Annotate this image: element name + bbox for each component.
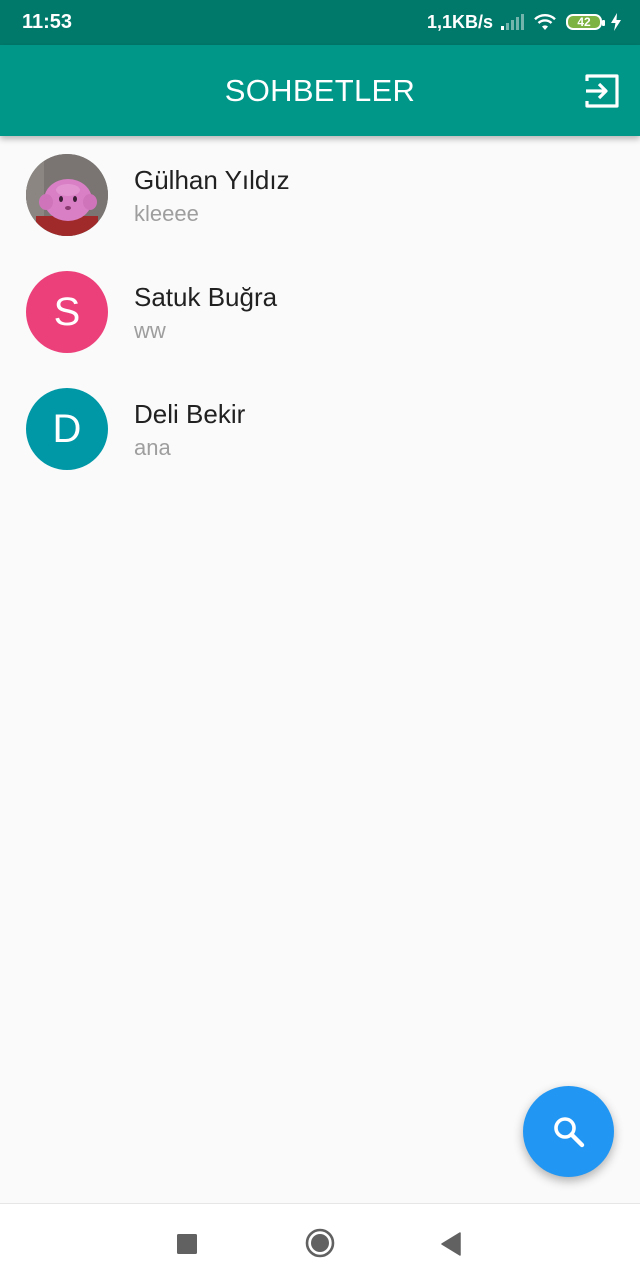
navigation-bar [0,1203,640,1281]
chat-last-message: ww [134,318,166,343]
signal-icon [501,14,524,30]
avatar[interactable]: S [26,271,108,353]
avatar-letter: D [52,406,82,451]
battery-level: 42 [577,15,591,29]
app-bar: SOHBETLER [0,45,640,136]
chat-name: Gülhan Yıldız [134,165,290,195]
page-title: SOHBETLER [224,73,416,108]
logout-button[interactable] [584,73,620,109]
charging-icon [611,13,621,31]
chat-name: Deli Bekir [134,399,246,429]
avatar[interactable] [26,154,108,236]
chat-last-message: kleeee [134,201,199,226]
chat-name: Satuk Buğra [134,282,278,312]
chat-item[interactable]: Gülhan Yıldız kleeee [0,136,640,253]
status-indicators: 1,1KB/s 42 [427,10,622,34]
network-speed: 1,1KB/s [426,11,493,32]
search-icon [553,1116,584,1147]
home-button[interactable] [305,1228,335,1263]
home-icon [305,1228,335,1258]
chat-last-message: ana [134,435,171,460]
logout-icon [585,74,619,108]
battery-icon: 42 [566,14,605,30]
recents-icon [177,1234,197,1254]
chat-list: Gülhan Yıldız kleeee S Satuk Buğra ww D … [0,136,640,487]
status-bar: 11:53 1,1KB/s 42 [0,0,640,45]
wifi-icon [534,14,556,30]
profile-photo [26,154,108,236]
status-time: 11:53 [22,11,73,33]
back-icon [441,1232,461,1256]
back-button[interactable] [440,1232,462,1261]
search-button[interactable] [523,1086,614,1177]
chat-item[interactable]: S Satuk Buğra ww [0,253,640,370]
recents-button[interactable] [177,1234,197,1259]
avatar-letter: S [53,289,81,334]
chat-item[interactable]: D Deli Bekir ana [0,370,640,487]
avatar[interactable]: D [26,388,108,470]
